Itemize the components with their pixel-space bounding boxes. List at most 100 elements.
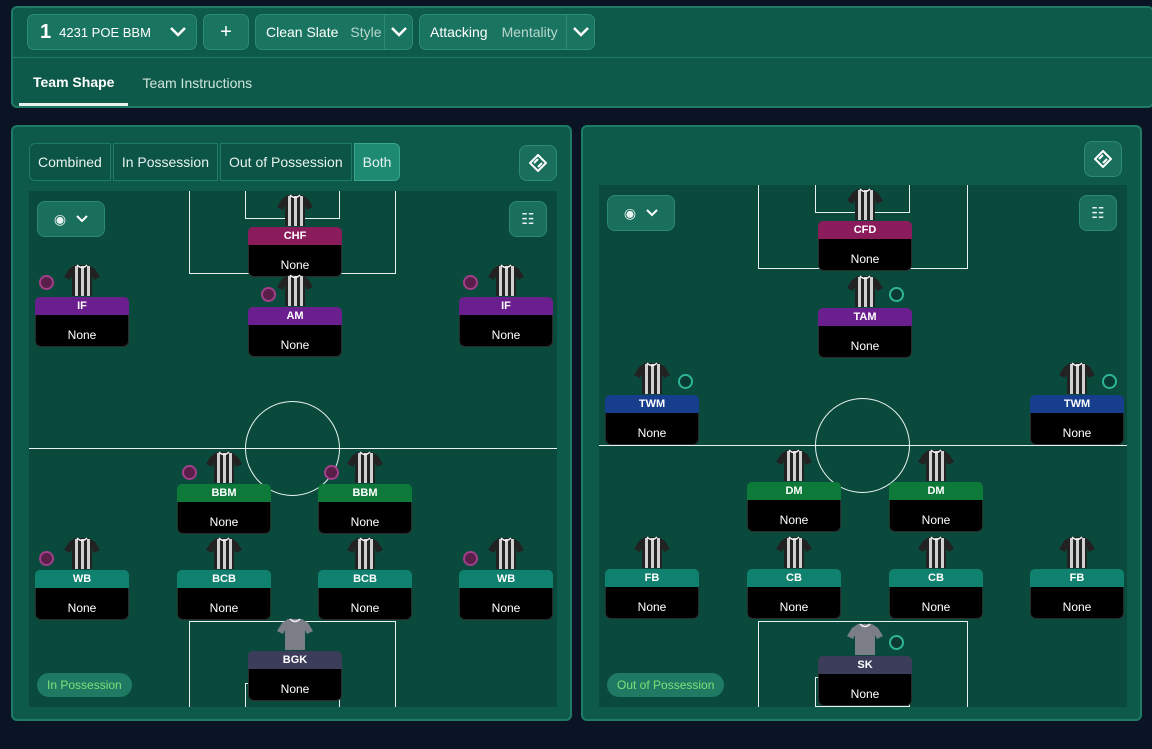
player-role: CHF xyxy=(248,227,342,245)
kit-shirt-icon xyxy=(487,263,525,297)
player-duty: None xyxy=(177,588,271,620)
visibility-toggle[interactable]: ◉ xyxy=(607,195,675,231)
kit-shirt-icon xyxy=(276,617,314,651)
player-duty: None xyxy=(605,413,699,445)
segment-in-possession[interactable]: In Possession xyxy=(112,143,218,181)
player-card-bgk[interactable]: BGK None xyxy=(248,651,342,701)
kit-shirt-icon xyxy=(1058,535,1096,569)
centre-circle xyxy=(245,401,340,496)
kit-shirt-icon xyxy=(633,535,671,569)
player-card-chf[interactable]: CHF None xyxy=(248,227,342,277)
kit-shirt-icon xyxy=(63,536,101,570)
segment-out-of-possession[interactable]: Out of Possession xyxy=(220,143,352,181)
segment-combined[interactable]: Combined xyxy=(29,143,111,181)
style-value: Clean Slate xyxy=(266,24,339,40)
player-card-twm[interactable]: TWM None xyxy=(1030,395,1124,445)
pitch-swap-button[interactable] xyxy=(1084,141,1122,177)
player-role: TWM xyxy=(1030,395,1124,413)
tactic-controls: 1 4231 POE BBM + Clean Slate Style Attack… xyxy=(27,14,595,52)
player-role: BBM xyxy=(318,484,412,502)
style-selector[interactable]: Clean Slate Style xyxy=(255,14,413,50)
formation-grid-button[interactable]: ☷ xyxy=(509,201,547,237)
player-card-fb[interactable]: FB None xyxy=(605,569,699,619)
player-duty: None xyxy=(35,588,129,620)
kit-shirt-icon xyxy=(775,448,813,482)
pitch-swap-icon xyxy=(1094,150,1112,168)
pitch: ◉ ☷ Out of Possession CFD None TAM None TWM N… xyxy=(599,185,1127,707)
player-duty: None xyxy=(459,588,553,620)
player-role: BGK xyxy=(248,651,342,669)
player-role: BBM xyxy=(177,484,271,502)
player-role: IF xyxy=(459,297,553,315)
player-duty: None xyxy=(889,587,983,619)
add-tactic-button[interactable]: + xyxy=(203,14,249,50)
player-card-twm[interactable]: TWM None xyxy=(605,395,699,445)
kit-shirt-icon xyxy=(63,263,101,297)
role-indicator-icon xyxy=(39,551,54,566)
role-indicator-icon xyxy=(678,374,693,389)
player-duty: None xyxy=(605,587,699,619)
player-card-dm[interactable]: DM None xyxy=(747,482,841,532)
kit-shirt-icon xyxy=(917,535,955,569)
player-card-tam[interactable]: TAM None xyxy=(818,308,912,358)
player-duty: None xyxy=(35,315,129,347)
player-role: WB xyxy=(35,570,129,588)
tab-team-shape[interactable]: Team Shape xyxy=(19,60,129,106)
player-card-bcb[interactable]: BCB None xyxy=(177,570,271,620)
formation-grid-button[interactable]: ☷ xyxy=(1079,195,1117,231)
kit-shirt-icon xyxy=(633,361,671,395)
tactics-header: 1 4231 POE BBM + Clean Slate Style Attack… xyxy=(11,6,1152,108)
role-indicator-icon xyxy=(889,635,904,650)
player-duty: None xyxy=(1030,587,1124,619)
pitch-swap-button[interactable] xyxy=(519,145,557,181)
chevron-down-icon xyxy=(646,204,658,222)
player-card-sk[interactable]: SK None xyxy=(818,656,912,706)
player-role: DM xyxy=(747,482,841,500)
kit-shirt-icon xyxy=(346,450,384,484)
tactic-name: 4231 POE BBM xyxy=(59,24,151,40)
player-role: TWM xyxy=(605,395,699,413)
mentality-label: Mentality xyxy=(501,24,558,40)
chevron-down-icon xyxy=(76,210,88,228)
formation-grid-icon: ☷ xyxy=(521,211,535,228)
role-indicator-icon xyxy=(324,465,339,480)
kit-shirt-icon xyxy=(205,450,243,484)
player-card-bcb[interactable]: BCB None xyxy=(318,570,412,620)
style-label: Style xyxy=(350,24,382,40)
player-card-cb[interactable]: CB None xyxy=(889,569,983,619)
tactic-selector[interactable]: 1 4231 POE BBM xyxy=(27,14,197,50)
player-card-am[interactable]: AM None xyxy=(248,307,342,357)
player-card-fb[interactable]: FB None xyxy=(1030,569,1124,619)
visibility-toggle[interactable]: ◉ xyxy=(37,201,105,237)
player-card-cfd[interactable]: CFD None xyxy=(818,221,912,271)
kit-shirt-icon xyxy=(276,193,314,227)
player-role: IF xyxy=(35,297,129,315)
kit-shirt-icon xyxy=(205,536,243,570)
player-duty: None xyxy=(248,325,342,357)
player-card-wb[interactable]: WB None xyxy=(459,570,553,620)
kit-shirt-icon xyxy=(917,448,955,482)
chevron-down-icon xyxy=(160,15,196,49)
chevron-down-icon xyxy=(384,15,412,49)
player-role: TAM xyxy=(818,308,912,326)
player-duty: None xyxy=(889,500,983,532)
kit-shirt-icon xyxy=(775,535,813,569)
player-card-if[interactable]: IF None xyxy=(35,297,129,347)
in-possession-panel: Combined In Possession Out of Possession… xyxy=(11,125,572,721)
player-duty: None xyxy=(747,500,841,532)
player-duty: None xyxy=(318,588,412,620)
player-duty: None xyxy=(747,587,841,619)
player-card-wb[interactable]: WB None xyxy=(35,570,129,620)
player-card-bbm[interactable]: BBM None xyxy=(177,484,271,534)
player-card-dm[interactable]: DM None xyxy=(889,482,983,532)
player-card-bbm[interactable]: BBM None xyxy=(318,484,412,534)
player-duty: None xyxy=(818,239,912,271)
mentality-selector[interactable]: Attacking Mentality xyxy=(419,14,595,50)
segment-both[interactable]: Both xyxy=(353,143,401,181)
mentality-value: Attacking xyxy=(430,24,488,40)
chevron-down-icon xyxy=(566,15,594,49)
player-card-if[interactable]: IF None xyxy=(459,297,553,347)
kit-shirt-icon xyxy=(276,273,314,307)
tab-team-instructions[interactable]: Team Instructions xyxy=(128,60,266,106)
player-card-cb[interactable]: CB None xyxy=(747,569,841,619)
